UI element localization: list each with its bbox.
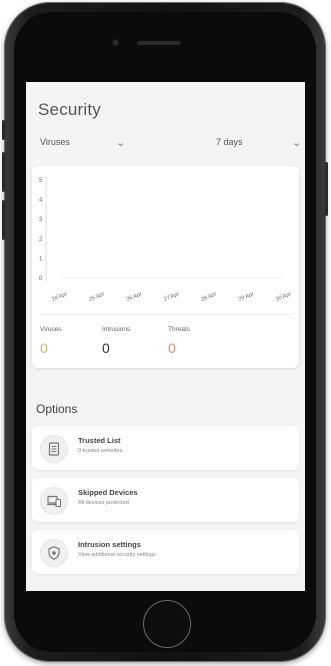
shield-icon: [40, 539, 68, 567]
threats-label: Threats: [168, 326, 191, 333]
power-button: [325, 162, 328, 216]
x-tick-label: 26 Apr: [126, 291, 143, 303]
home-button[interactable]: [143, 600, 191, 648]
option-title: Trusted List: [78, 436, 121, 445]
intrusion-settings-option[interactable]: Intrusion settings View additional secur…: [32, 530, 299, 574]
app-screen: Security Viruses ⌄ 7 days ⌄ 0 1 2 3 4 5 24 Apr…: [26, 82, 305, 591]
x-tick-label: 25 Apr: [88, 291, 105, 303]
chevron-down-icon[interactable]: ⌄: [116, 136, 125, 149]
front-camera: [113, 40, 118, 45]
divider: [40, 314, 291, 315]
viruses-label: Viruses: [40, 326, 62, 333]
option-title: Intrusion settings: [78, 540, 141, 549]
x-tick-label: 30 Apr: [275, 291, 292, 303]
option-subtitle: View additional security settings: [78, 552, 156, 558]
trusted-list-option[interactable]: Trusted List 0 trusted websites: [32, 426, 299, 470]
x-tick-label: 29 Apr: [238, 291, 255, 303]
volume-down-button: [2, 200, 5, 240]
y-tick-label: 0: [39, 276, 43, 282]
x-tick-label: 28 Apr: [200, 291, 217, 303]
y-tick-label: 1: [39, 256, 43, 262]
page-title: Security: [38, 100, 102, 119]
intrusions-count: 0: [102, 340, 110, 356]
options-heading: Options: [36, 402, 78, 416]
volume-up-button: [2, 152, 5, 192]
viruses-count: 0: [40, 340, 48, 356]
threat-type-dropdown[interactable]: Viruses: [40, 137, 70, 147]
intrusions-label: Intrusions: [102, 326, 131, 333]
mute-switch: [2, 120, 5, 140]
earpiece-speaker: [137, 41, 181, 45]
option-subtitle: All devices protected: [78, 500, 129, 506]
y-tick-label: 4: [39, 198, 43, 204]
x-tick-label: 24 Apr: [51, 291, 68, 303]
skipped-devices-option[interactable]: Skipped Devices All devices protected: [32, 478, 299, 522]
chevron-down-icon[interactable]: ⌄: [292, 136, 301, 149]
option-title: Skipped Devices: [78, 488, 138, 497]
threats-count: 0: [168, 340, 176, 356]
document-list-icon: [40, 435, 68, 463]
security-chart-card: 0 1 2 3 4 5 24 Apr 25 Apr 26 Apr 27 Apr 28 Apr 29 A…: [32, 166, 299, 368]
x-tick-label: 27 Apr: [163, 291, 180, 303]
y-tick-label: 3: [39, 217, 43, 223]
y-tick-label: 5: [39, 178, 43, 184]
y-tick-label: 2: [39, 237, 43, 243]
time-range-dropdown[interactable]: 7 days: [216, 137, 243, 147]
option-subtitle: 0 trusted websites: [78, 448, 123, 454]
security-chart: 0 1 2 3 4 5 24 Apr 25 Apr 26 Apr 27 Apr 28 Apr 29 A…: [39, 176, 292, 303]
devices-icon: [40, 487, 68, 515]
